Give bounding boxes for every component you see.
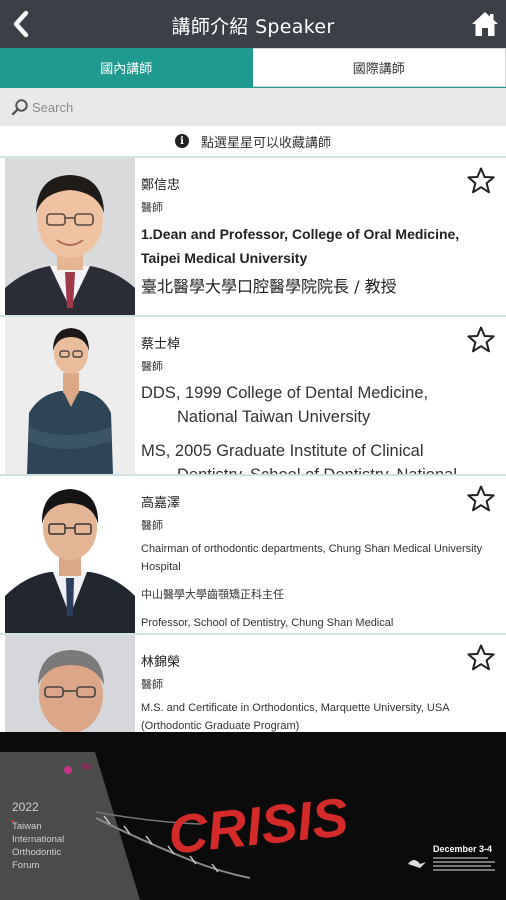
bio-line: 臺北醫學大學口腔醫學院院長 / 教授 xyxy=(141,277,397,296)
speaker-role: 醫師 xyxy=(141,519,163,532)
home-icon[interactable] xyxy=(470,9,500,39)
speaker-photo xyxy=(5,158,135,315)
speaker-name: 林錦榮 xyxy=(141,655,181,670)
event-banner[interactable]: 2022 Taiwan International Orthodontic Fo… xyxy=(0,732,506,900)
speaker-bio: Chairman of orthodontic departments, Chu… xyxy=(141,540,492,633)
speaker-card[interactable]: 鄭信忠 醫師 1.Dean and Professor, College of … xyxy=(0,156,506,315)
page-title: 講師介紹 Speaker xyxy=(171,16,335,38)
favorite-star-icon[interactable] xyxy=(466,166,496,196)
speaker-bio: DDS, 1999 College of Dental Medicine, Na… xyxy=(141,381,492,474)
speaker-name: 鄭信忠 xyxy=(141,178,181,193)
favorite-star-icon[interactable] xyxy=(466,484,496,514)
speaker-list: 鄭信忠 醫師 1.Dean and Professor, College of … xyxy=(0,156,506,732)
tab-international-speakers[interactable]: 國際講師 xyxy=(252,48,506,87)
search-bar xyxy=(0,88,506,126)
speaker-photo xyxy=(5,476,135,633)
favorite-hint: i 點選星星可以收藏講師 xyxy=(0,126,506,156)
speaker-tabs: 國內講師 國際講師 xyxy=(0,48,506,88)
banner-forum-line: Forum xyxy=(12,860,40,871)
speaker-name: 蔡士棹 xyxy=(141,337,181,352)
speaker-role: 醫師 xyxy=(141,678,163,691)
speaker-role: 醫師 xyxy=(141,201,163,214)
speaker-card[interactable]: 蔡士棹 醫師 DDS, 1999 College of Dental Medic… xyxy=(0,315,506,474)
favorite-star-icon[interactable] xyxy=(466,325,496,355)
speaker-photo xyxy=(5,317,135,474)
bio-line: 1.Dean and Professor, College of Oral Me… xyxy=(141,226,460,266)
bio-line: MS, 2005 Graduate Institute of Clinical xyxy=(141,442,424,460)
speaker-name: 高嘉澤 xyxy=(141,496,181,511)
search-input[interactable] xyxy=(32,95,492,119)
speaker-role: 醫師 xyxy=(141,360,163,373)
app-header: 講師介紹 Speaker xyxy=(0,0,506,48)
bio-line: 中山醫學大學齒顎矯正科主任 xyxy=(141,588,284,601)
banner-year: 2022 xyxy=(12,800,39,814)
tab-domestic-speakers[interactable]: 國內講師 xyxy=(0,48,253,87)
search-icon xyxy=(11,99,28,116)
banner-date: December 3-4 xyxy=(433,844,492,854)
bio-line: DDS, 1999 College of Dental Medicine, xyxy=(141,384,429,402)
banner-forum-line: Taiwan xyxy=(12,821,42,832)
banner-forum-line: Orthodontic xyxy=(12,847,61,858)
bio-line: Chairman of orthodontic departments, Chu… xyxy=(141,543,483,573)
event-banner-artwork: 2022 Taiwan International Orthodontic Fo… xyxy=(0,732,506,900)
bio-line: M.S. and Certificate in Orthodontics, Ma… xyxy=(141,702,449,732)
bio-line: Dentistry, School of Dentistry, National xyxy=(141,463,492,474)
bio-line: Professor, School of Dentistry, Chung Sh… xyxy=(141,617,394,629)
info-icon: i xyxy=(174,134,189,148)
bio-line: National Taiwan University xyxy=(177,408,371,426)
favorite-star-icon[interactable] xyxy=(466,643,496,673)
speaker-photo xyxy=(5,635,135,732)
speaker-bio: M.S. and Certificate in Orthodontics, Ma… xyxy=(141,699,492,732)
speaker-card[interactable]: 林錦榮 醫師 M.S. and Certificate in Orthodont… xyxy=(0,633,506,732)
speaker-card[interactable]: 高嘉澤 醫師 Chairman of orthodontic departmen… xyxy=(0,474,506,633)
banner-forum-line: International xyxy=(12,834,64,845)
speaker-bio: 1.Dean and Professor, College of Oral Me… xyxy=(141,222,492,298)
favorite-hint-text: 點選星星可以收藏講師 xyxy=(200,135,331,151)
